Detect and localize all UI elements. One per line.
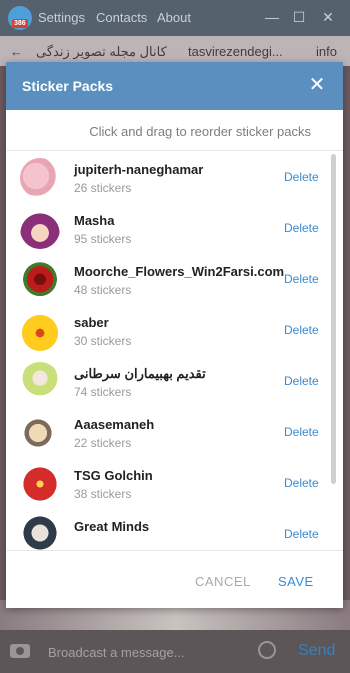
pack-count: 26 stickers: [74, 181, 132, 195]
reorder-hint: Click and drag to reorder sticker packs: [89, 124, 311, 139]
pack-name: Great Minds: [74, 519, 150, 534]
pack-name: Aaasemaneh: [74, 417, 155, 432]
composer-bar: Broadcast a message... Send: [0, 630, 350, 673]
title-bar: 386 Settings Contacts About — ☐ ✕: [0, 0, 350, 36]
delete-button[interactable]: Delete: [284, 425, 319, 439]
delete-button[interactable]: Delete: [284, 527, 319, 541]
pack-count: 38 stickers: [74, 487, 132, 501]
sticker-pack-item[interactable]: Aaasemaneh 22 stickers Delete: [6, 407, 336, 458]
dialog-header: Sticker Packs ✕: [6, 62, 343, 110]
pack-count: 95 stickers: [74, 232, 132, 246]
minimize-icon[interactable]: —: [264, 9, 280, 25]
pack-count: 30 stickers: [74, 334, 132, 348]
close-window-icon[interactable]: ✕: [320, 9, 336, 25]
sticker-packs-dialog: Sticker Packs ✕ Click and drag to reorde…: [6, 62, 343, 608]
pack-name: TSG Golchin: [74, 468, 153, 483]
dialog-title: Sticker Packs: [22, 78, 114, 94]
sticker-pack-item[interactable]: Masha 95 stickers Delete: [6, 203, 336, 254]
save-button[interactable]: SAVE: [278, 574, 314, 589]
pack-count: 48 stickers: [74, 283, 132, 297]
rose-sticker-icon: [20, 260, 60, 300]
chat-info[interactable]: info: [316, 44, 337, 59]
character-sticker-icon: [20, 413, 60, 453]
menu-contacts[interactable]: Contacts: [96, 10, 147, 25]
pig-sticker-icon: [20, 158, 60, 198]
sticker-pack-item[interactable]: تقدیم بهبیماران سرطانی 74 stickers Delet…: [6, 356, 336, 407]
sticker-pack-item[interactable]: saber 30 stickers Delete: [6, 305, 336, 356]
cartoon-sticker-icon: [20, 362, 60, 402]
close-icon[interactable]: ✕: [306, 74, 328, 96]
delete-button[interactable]: Delete: [284, 476, 319, 490]
pack-name: تقدیم بهبیماران سرطانی: [74, 366, 206, 381]
sticker-pack-list: jupiterh-naneghamar 26 stickers Delete M…: [6, 152, 343, 550]
divider: [6, 150, 343, 151]
send-button[interactable]: Send: [298, 642, 335, 660]
delete-button[interactable]: Delete: [284, 272, 319, 286]
pack-count: 22 stickers: [74, 436, 132, 450]
pack-count: 74 stickers: [74, 385, 132, 399]
chat-title-fa: کانال مجله تصویر زندگی: [36, 44, 167, 59]
emoji-icon[interactable]: [258, 641, 276, 659]
pack-name: Masha: [74, 213, 115, 228]
back-arrow-icon[interactable]: ←: [10, 44, 23, 59]
delete-button[interactable]: Delete: [284, 170, 319, 184]
menu-settings[interactable]: Settings: [38, 10, 85, 25]
pack-name: jupiterh-naneghamar: [74, 162, 204, 177]
cancel-button[interactable]: CANCEL: [195, 574, 251, 589]
masha-sticker-icon: [20, 209, 60, 249]
portrait-sticker-icon: [20, 515, 60, 550]
scrollbar[interactable]: [331, 154, 336, 484]
delete-button[interactable]: Delete: [284, 323, 319, 337]
pack-name: Moorche_Flowers_Win2Farsi.com: [74, 264, 285, 279]
unread-badge: 386: [12, 19, 28, 28]
sticker-pack-item[interactable]: jupiterh-naneghamar 26 stickers Delete: [6, 152, 336, 203]
sticker-pack-item[interactable]: TSG Golchin 38 stickers Delete: [6, 458, 336, 509]
flower-sticker-icon: [20, 464, 60, 504]
maximize-icon[interactable]: ☐: [291, 9, 307, 25]
pack-name: saber: [74, 315, 109, 330]
camera-icon[interactable]: [10, 644, 30, 658]
delete-button[interactable]: Delete: [284, 374, 319, 388]
sticker-pack-item[interactable]: Great Minds Delete: [6, 509, 336, 550]
sticker-pack-item[interactable]: Moorche_Flowers_Win2Farsi.com 48 sticker…: [6, 254, 336, 305]
chat-title-en: tasvirezendegi...: [188, 44, 283, 59]
message-input[interactable]: Broadcast a message...: [48, 645, 185, 660]
delete-button[interactable]: Delete: [284, 221, 319, 235]
menu-about[interactable]: About: [157, 10, 191, 25]
telegram-logo-icon: 386: [8, 6, 32, 30]
emoji-sticker-icon: [20, 311, 60, 351]
divider: [6, 550, 343, 551]
